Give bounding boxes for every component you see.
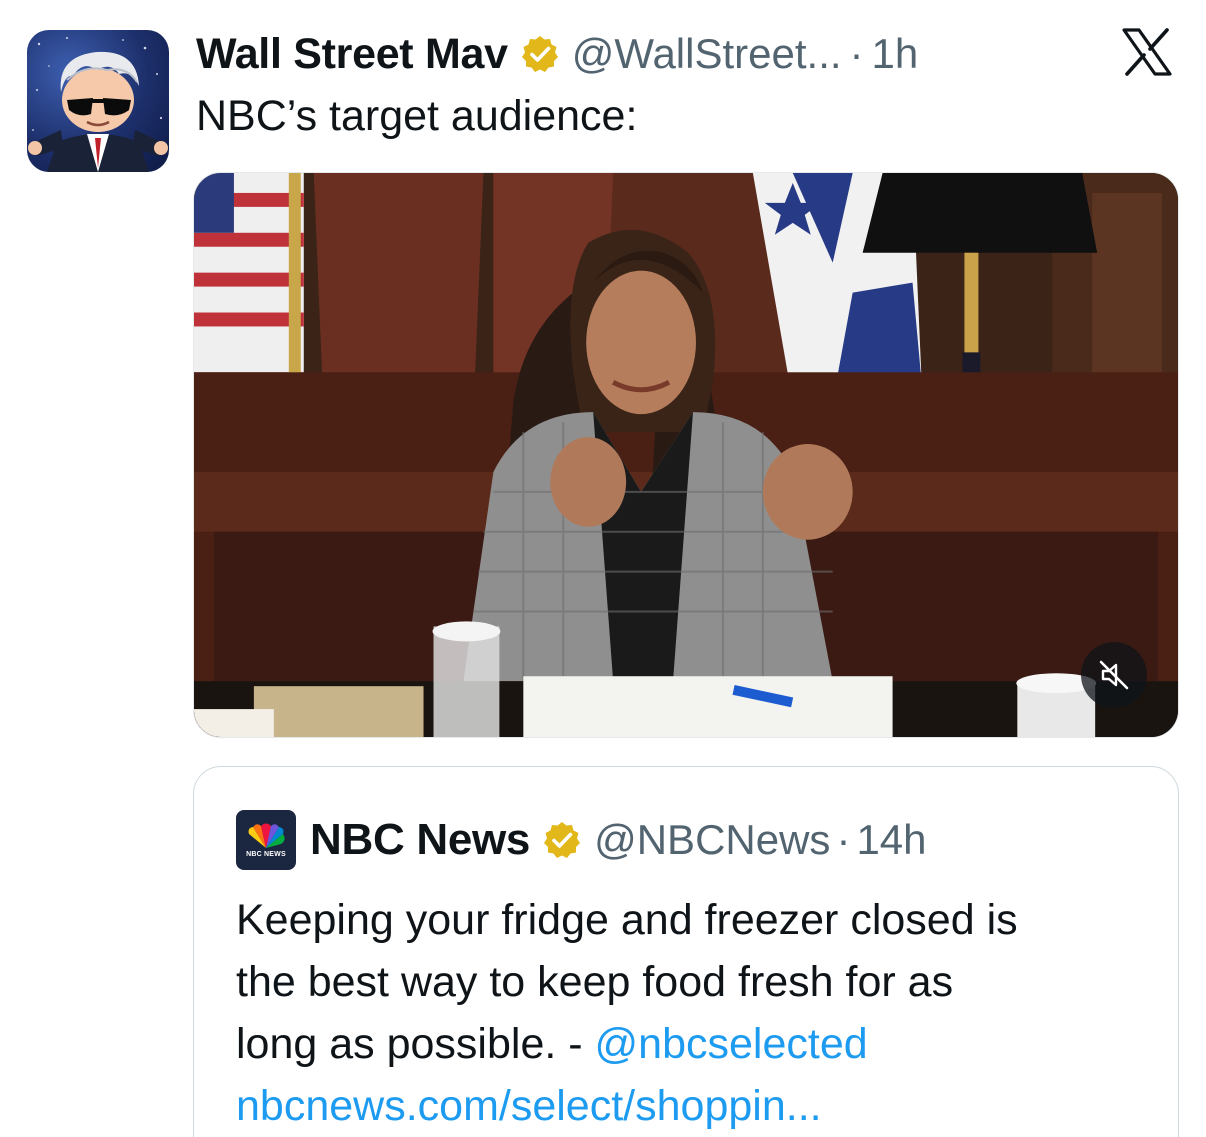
video-frame-illustration xyxy=(194,173,1178,737)
author-avatar[interactable] xyxy=(27,30,169,172)
mention-link[interactable]: @nbcselected xyxy=(595,1020,868,1068)
url-link[interactable]: nbcnews.com/select/shoppin... xyxy=(236,1075,1136,1137)
quoted-text-line: the best way to keep food fresh for as xyxy=(236,958,954,1006)
quoted-author-name[interactable]: NBC News xyxy=(310,815,530,865)
quoted-tweet-text: Keeping your fridge and freezer closed i… xyxy=(236,889,1136,1137)
tweet-card[interactable]: Wall Street Mav @WallStreet... · 1h NBC’… xyxy=(0,0,1206,1137)
author-handle[interactable]: @WallStreet... xyxy=(572,30,842,78)
author-name[interactable]: Wall Street Mav xyxy=(196,30,508,79)
verified-badge-icon[interactable] xyxy=(542,820,582,860)
quoted-text-line: long as possible. - @nbcselected xyxy=(236,1013,1136,1075)
separator-dot: · xyxy=(849,30,864,77)
tweet-video[interactable] xyxy=(193,172,1179,738)
quoted-text-line: Keeping your fridge and freezer closed i… xyxy=(236,896,1018,944)
tweet-text: NBC’s target audience: xyxy=(196,92,638,140)
nbc-peacock-icon xyxy=(248,823,285,848)
avatar-illustration xyxy=(28,37,168,172)
quoted-tweet-header: NBC NEWS NBC News @NBCNews · 14h xyxy=(236,809,927,871)
separator-dot: · xyxy=(836,816,851,863)
quoted-author-handle[interactable]: @NBCNews xyxy=(594,816,830,864)
quoted-avatar-caption: NBC NEWS xyxy=(246,851,286,858)
speaker-muted-icon xyxy=(1099,660,1129,690)
quoted-tweet-timestamp[interactable]: 14h xyxy=(856,816,926,864)
quoted-tweet[interactable]: NBC NEWS NBC News @NBCNews · 14h Keeping… xyxy=(193,766,1179,1137)
quoted-author-avatar[interactable]: NBC NEWS xyxy=(236,810,296,870)
mute-toggle-button[interactable] xyxy=(1081,642,1147,708)
tweet-timestamp[interactable]: 1h xyxy=(872,30,919,78)
quoted-text-fragment: long as possible. - xyxy=(236,1020,595,1068)
verified-badge-icon[interactable] xyxy=(520,34,560,74)
x-logo-icon[interactable] xyxy=(1122,28,1172,76)
tweet-header: Wall Street Mav @WallStreet... · 1h xyxy=(196,26,918,82)
